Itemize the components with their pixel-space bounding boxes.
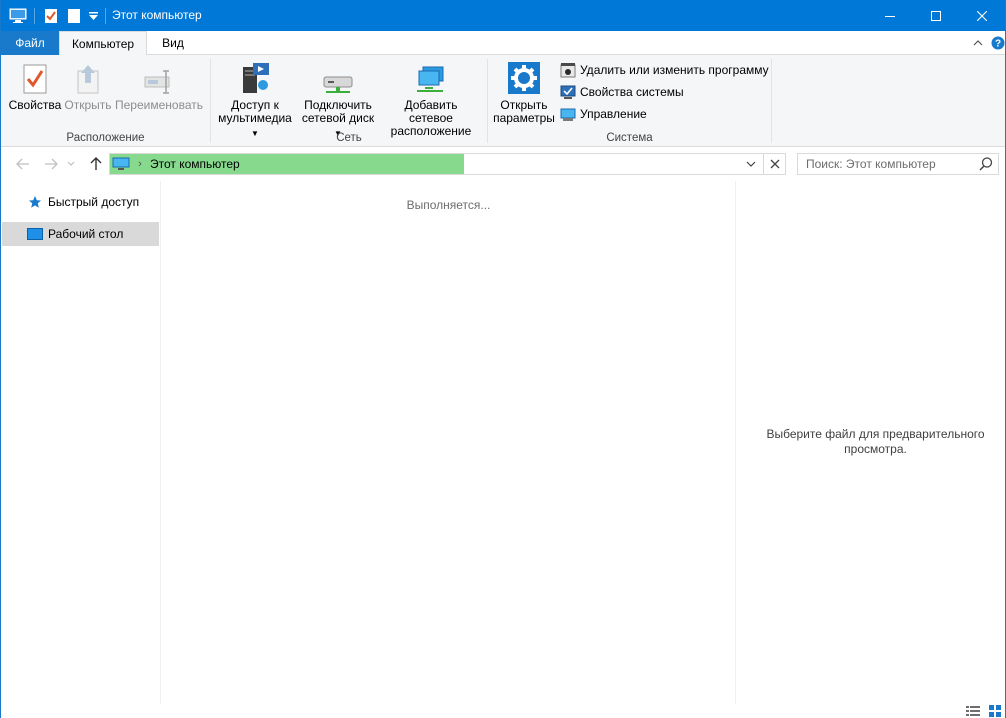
preview-message: Выберите файл для предварительного просм…	[766, 427, 985, 456]
settings-gear-icon	[507, 59, 541, 95]
customize-qat-icon[interactable]	[88, 7, 98, 25]
network-drive-icon	[321, 59, 355, 95]
computer-icon	[112, 157, 132, 171]
navigation-pane: Быстрый доступ Рабочий стол	[1, 181, 161, 704]
properties-check-icon	[18, 59, 52, 95]
media-access-button[interactable]: Доступ к мультимедиа ▼	[215, 59, 295, 140]
media-server-icon	[238, 59, 272, 95]
tab-computer[interactable]: Компьютер	[59, 31, 147, 56]
collapse-ribbon-chevron-icon[interactable]	[971, 35, 985, 51]
tab-file[interactable]: Файл	[1, 31, 59, 55]
loading-text: Выполняется...	[406, 198, 491, 212]
computer-icon[interactable]	[9, 7, 27, 25]
window-title: Этот компьютер	[112, 8, 202, 22]
stop-loading-close-icon[interactable]	[763, 154, 785, 174]
network-location-icon	[414, 59, 448, 95]
group-location: Свойства Открыть Переименовать Расположе…	[1, 55, 210, 147]
tab-view[interactable]: Вид	[147, 31, 199, 55]
nav-item-quick-access[interactable]: Быстрый доступ	[2, 190, 159, 214]
group-network: Доступ к мультимедиа ▼ Подключить сетево…	[211, 55, 487, 147]
uninstall-program-icon	[560, 62, 576, 78]
details-view-icon[interactable]	[965, 704, 981, 718]
properties-button[interactable]: Свойства	[7, 59, 63, 112]
maximize-button[interactable]	[913, 0, 959, 31]
back-button[interactable]	[13, 155, 33, 173]
open-button[interactable]: Открыть	[63, 59, 113, 112]
group-separator	[771, 59, 772, 143]
minimize-button[interactable]	[867, 0, 913, 31]
forward-button[interactable]	[41, 155, 61, 173]
address-bar[interactable]: › Этот компьютер	[109, 153, 786, 175]
properties-check-icon[interactable]	[42, 7, 60, 25]
address-row: › Этот компьютер	[1, 147, 1005, 181]
caption-buttons	[867, 0, 1005, 31]
rename-button[interactable]: Переименовать	[113, 59, 205, 112]
breadcrumb-item[interactable]: Этот компьютер	[150, 157, 240, 171]
ribbon-panel: Свойства Открыть Переименовать Расположе…	[1, 55, 1005, 147]
up-button[interactable]	[86, 155, 106, 173]
title-bar: Этот компьютер	[1, 0, 1005, 31]
group-location-label: Расположение	[66, 132, 145, 144]
nav-item-desktop[interactable]: Рабочий стол	[2, 222, 159, 246]
status-bar	[1, 704, 1005, 718]
help-icon[interactable]: ?	[991, 35, 1005, 51]
svg-text:?: ?	[995, 39, 1001, 50]
rename-icon	[142, 59, 176, 95]
uninstall-program-button[interactable]: Удалить или изменить программу	[560, 60, 769, 80]
recent-locations-chevron-icon[interactable]	[65, 155, 77, 173]
new-folder-icon[interactable]	[65, 7, 83, 25]
quick-access-toolbar	[9, 6, 113, 26]
group-system-label: Система	[606, 132, 653, 144]
search-icon[interactable]	[978, 156, 994, 172]
group-system: Открыть параметры Удалить или изменить п…	[488, 55, 771, 147]
qat-separator	[34, 8, 35, 24]
address-history-chevron-icon[interactable]	[741, 154, 761, 174]
content-pane[interactable]: Выполняется...	[162, 181, 735, 704]
group-network-label: Сеть	[336, 132, 362, 144]
large-icons-view-icon[interactable]	[987, 704, 1003, 718]
explorer-window: Этот компьютер Файл Компьютер Вид ? Свой…	[0, 0, 1006, 718]
computer-management-icon	[560, 106, 576, 122]
breadcrumb: › Этот компьютер	[112, 154, 240, 174]
add-network-location-button[interactable]: Добавить сетевое расположение	[381, 59, 481, 138]
search-input[interactable]	[798, 154, 968, 174]
system-properties-button[interactable]: Свойства системы	[560, 82, 684, 102]
open-settings-button[interactable]: Открыть параметры	[492, 59, 556, 125]
preview-pane: Выберите файл для предварительного просм…	[735, 181, 1005, 704]
open-arrow-icon	[71, 59, 105, 95]
qat-separator	[105, 8, 106, 24]
star-icon	[27, 194, 43, 210]
search-box	[797, 153, 999, 175]
system-properties-icon	[560, 84, 576, 100]
breadcrumb-separator-icon[interactable]: ›	[132, 158, 148, 170]
map-network-drive-button[interactable]: Подключить сетевой диск ▼	[299, 59, 377, 140]
close-button[interactable]	[959, 0, 1005, 31]
desktop-icon	[27, 226, 43, 242]
ribbon-tabs: Файл Компьютер Вид ?	[1, 31, 1005, 56]
manage-button[interactable]: Управление	[560, 104, 647, 124]
